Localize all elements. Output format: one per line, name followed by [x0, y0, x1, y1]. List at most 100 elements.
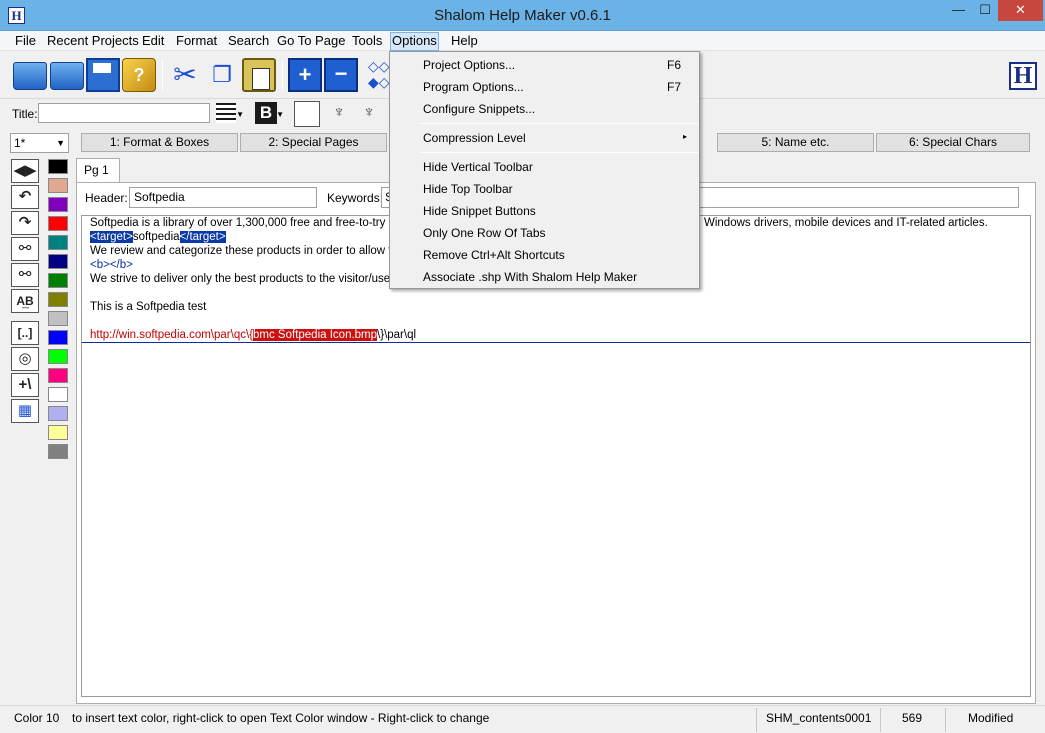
status-divider	[756, 708, 757, 732]
prev-next-icon[interactable]: ◀▶	[11, 159, 39, 183]
editor-line-1-tail: Windows drivers, mobile devices and IT-r…	[704, 217, 988, 229]
paste-icon[interactable]	[242, 58, 276, 92]
color-swatch-15[interactable]	[48, 425, 68, 440]
maximize-button[interactable]: ☐	[972, 0, 998, 21]
submenu-arrow-icon: ▸	[683, 132, 688, 141]
tab-format-boxes[interactable]: 1: Format & Boxes	[81, 133, 238, 152]
add-page-icon[interactable]: +	[288, 58, 322, 92]
copy-icon[interactable]: ❐	[205, 58, 239, 92]
editor-line-4: <b></b>	[90, 259, 133, 271]
color-swatch-3[interactable]	[48, 197, 68, 212]
replace-binoculars-icon[interactable]: ⚯	[11, 263, 39, 287]
menu-separator	[420, 123, 698, 124]
status-state: Modified	[968, 711, 1014, 725]
table-icon[interactable]: ▦	[11, 399, 39, 423]
toolbar-separator	[282, 60, 283, 90]
tab-name-etc[interactable]: 5: Name etc.	[717, 133, 874, 152]
color-swatch-1[interactable]	[48, 159, 68, 174]
title-label: Title:	[12, 107, 38, 121]
new-folder-icon[interactable]	[50, 62, 84, 90]
editor-line-5: We strive to deliver only the best produ…	[90, 273, 414, 285]
color-swatch-13[interactable]	[48, 387, 68, 402]
status-context: SHM_contents0001	[766, 711, 872, 725]
color-swatch-14[interactable]	[48, 406, 68, 421]
tab-pg-1[interactable]: Pg 1	[76, 158, 120, 183]
remove-page-icon[interactable]: −	[324, 58, 358, 92]
menu-item-hide-snippet-buttons[interactable]: Hide Snippet Buttons	[423, 204, 536, 218]
tab-special-pages[interactable]: 2: Special Pages	[240, 133, 387, 152]
menu-separator	[420, 152, 698, 153]
snippet-brackets-icon[interactable]: [..]	[11, 321, 39, 345]
tree-icon[interactable]: ♆	[326, 101, 352, 127]
menu-search[interactable]: Search	[227, 33, 270, 51]
diamonds-icon[interactable]: ◇◇ ◆◇	[368, 58, 390, 92]
menu-recent-projects[interactable]: Recent Projects	[46, 33, 140, 51]
color-swatch-4[interactable]	[48, 216, 68, 231]
redo-icon[interactable]: ↷	[11, 211, 39, 235]
color-swatch-8[interactable]	[48, 292, 68, 307]
options-dropdown-menu: Project Options... F6 Program Options...…	[389, 51, 700, 289]
color-swatch-16[interactable]	[48, 444, 68, 459]
color-swatch-6[interactable]	[48, 254, 68, 269]
menu-edit[interactable]: Edit	[141, 33, 165, 51]
header-label: Header:	[85, 191, 128, 205]
align-icon[interactable]: ▼	[214, 101, 246, 127]
plus-slash-icon[interactable]: +\	[11, 373, 39, 397]
menu-item-program-options[interactable]: Program Options...	[423, 80, 524, 94]
status-count: 569	[902, 711, 923, 725]
menu-format[interactable]: Format	[175, 33, 218, 51]
color-swatch-9[interactable]	[48, 311, 68, 326]
find-binoculars-icon[interactable]: ⚯	[11, 237, 39, 261]
keywords-label: Keywords:	[327, 191, 384, 205]
tree-add-icon[interactable]: ♆	[356, 101, 382, 127]
editor-line-1: Softpedia is a library of over 1,300,000…	[90, 217, 416, 229]
undo-icon[interactable]: ↶	[11, 185, 39, 209]
menu-file[interactable]: File	[14, 33, 37, 51]
target-icon[interactable]: ◎	[11, 347, 39, 371]
menu-options[interactable]: Options	[390, 32, 439, 51]
title-bar: H Shalom Help Maker v0.6.1 — ☐ ✕	[0, 0, 1045, 31]
menu-item-project-options[interactable]: Project Options...	[423, 58, 515, 72]
toolbar-separator	[162, 60, 163, 90]
page-divider	[82, 342, 1030, 343]
menu-item-hide-top-toolbar[interactable]: Hide Top Toolbar	[423, 182, 513, 196]
help-book-icon[interactable]: ?	[122, 58, 156, 92]
title-input[interactable]	[38, 103, 210, 123]
menu-item-hide-vertical-toolbar[interactable]: Hide Vertical Toolbar	[423, 160, 533, 174]
bold-icon[interactable]: B ▼	[254, 101, 286, 127]
menu-item-compression-level[interactable]: Compression Level	[423, 131, 526, 145]
color-swatch-12[interactable]	[48, 368, 68, 383]
app-logo[interactable]: H	[1009, 62, 1037, 90]
color-swatch-7[interactable]	[48, 273, 68, 288]
status-color-label: Color 10	[14, 711, 60, 725]
tab-special-chars[interactable]: 6: Special Chars	[876, 133, 1030, 152]
close-button[interactable]: ✕	[998, 0, 1043, 21]
list-icon[interactable]	[294, 101, 320, 127]
window-title: Shalom Help Maker v0.6.1	[434, 7, 611, 24]
status-bar: Color 10 to insert text color, right-cli…	[0, 705, 1045, 733]
open-folder-icon[interactable]	[13, 62, 47, 90]
editor-line-6: This is a Softpedia test	[90, 301, 207, 313]
target-close-tag: </target>	[179, 231, 226, 243]
header-input[interactable]: Softpedia	[129, 187, 317, 208]
bmc-highlight: bmc Softpedia Icon.bmp	[253, 329, 378, 341]
menu-item-associate-shp[interactable]: Associate .shp With Shalom Help Maker	[423, 270, 637, 284]
minimize-button[interactable]: —	[945, 0, 972, 21]
editor-line-7: http://win.softpedia.com\par\qc\{bmc Sof…	[90, 329, 417, 341]
color-swatch-10[interactable]	[48, 330, 68, 345]
menu-go-to-page[interactable]: Go To Page	[276, 33, 346, 51]
menu-item-configure-snippets[interactable]: Configure Snippets...	[423, 102, 535, 116]
a-to-b-icon[interactable]: A͢B	[11, 289, 39, 313]
cut-icon[interactable]: ✂	[168, 58, 202, 92]
menu-item-only-one-row-of-tabs[interactable]: Only One Row Of Tabs	[423, 226, 546, 240]
color-swatch-11[interactable]	[48, 349, 68, 364]
menu-help[interactable]: Help	[450, 33, 479, 51]
save-icon[interactable]	[86, 58, 120, 92]
page-selector[interactable]: 1* ▼	[10, 133, 69, 153]
editor-line-3: We review and categorize these products …	[90, 245, 414, 257]
editor-line-2: <target>softpedia</target>	[90, 231, 226, 243]
menu-item-remove-ctrl-alt-shortcuts[interactable]: Remove Ctrl+Alt Shortcuts	[423, 248, 565, 262]
color-swatch-2[interactable]	[48, 178, 68, 193]
menu-tools[interactable]: Tools	[351, 33, 383, 51]
color-swatch-5[interactable]	[48, 235, 68, 250]
